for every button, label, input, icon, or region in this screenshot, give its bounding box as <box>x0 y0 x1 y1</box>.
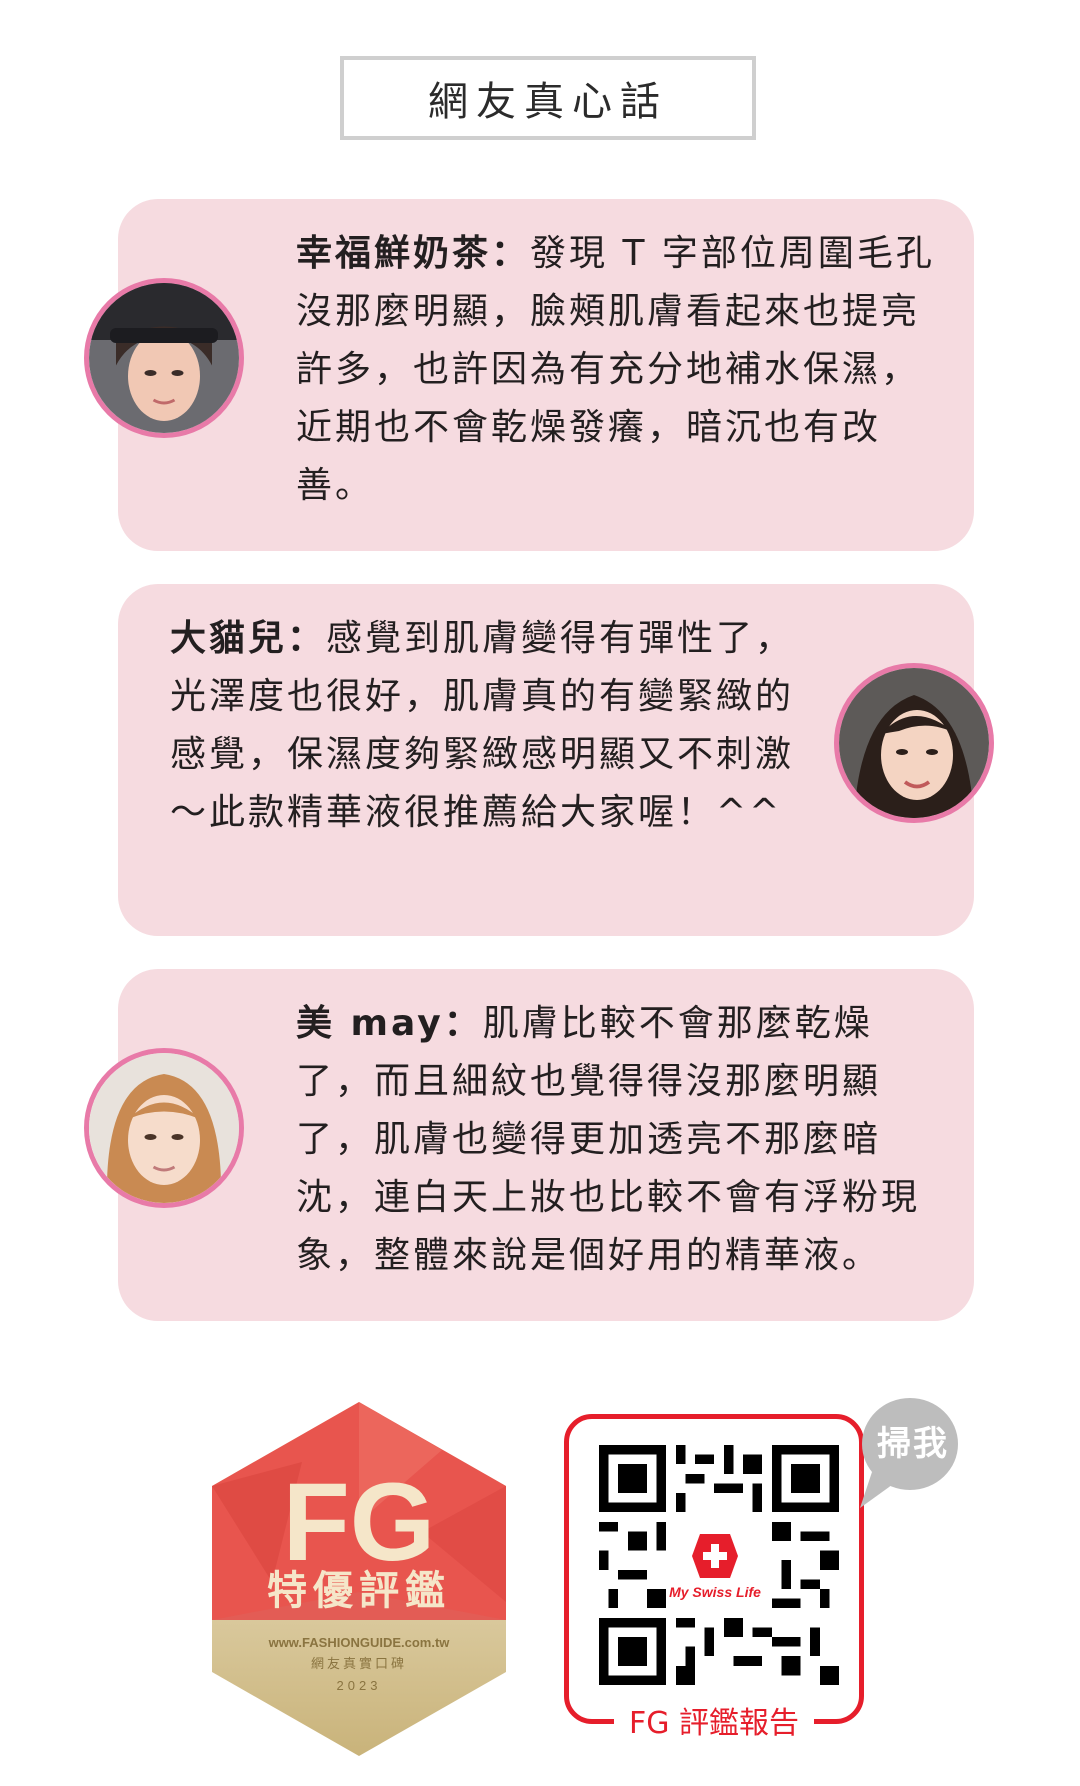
qr-brand: My Swiss Life <box>669 1584 761 1600</box>
fg-award-badge: FG 特優評鑑 www.FASHIONGUIDE.com.tw 網友真實口碑 2… <box>212 1402 506 1756</box>
badge-title: 特優評鑑 <box>267 1568 451 1614</box>
fg-logo-text: FG <box>283 1461 436 1584</box>
scan-me-text: 掃我 <box>877 1424 949 1464</box>
review-text: 美 may：肌膚比較不會那麼乾燥了，而且細紋也覺得得沒那麼明顯了，肌膚也變得更加… <box>296 995 946 1285</box>
reviewer-name: 美 may： <box>296 1003 483 1044</box>
badge-subtitle: 網友真實口碑 <box>311 1656 407 1672</box>
review-text: 幸福鮮奶茶：發現 T 字部位周圍毛孔沒那麼明顯，臉頰肌膚看起來也提亮許多，也許因… <box>296 225 946 515</box>
section-title-box: 網友真心話 <box>340 56 756 140</box>
review-text: 大貓兒：感覺到肌膚變得有彈性了，光澤度也很好，肌膚真的有變緊緻的感覺，保濕度夠緊… <box>170 610 820 842</box>
reviewer-avatar <box>84 278 244 438</box>
qr-code-panel[interactable]: My Swiss Life FG 評鑑報告 <box>564 1414 864 1742</box>
badge-year: 2023 <box>337 1678 382 1693</box>
swiss-life-logo-icon <box>686 1530 744 1582</box>
reviewer-avatar <box>834 663 994 823</box>
reviewer-name: 幸福鮮奶茶： <box>296 233 531 274</box>
reviewer-name: 大貓兒： <box>170 618 327 659</box>
section-title: 網友真心話 <box>428 79 668 125</box>
reviewer-avatar <box>84 1048 244 1208</box>
qr-label: FG 評鑑報告 <box>614 1706 814 1742</box>
badge-url: www.FASHIONGUIDE.com.tw <box>268 1635 451 1650</box>
